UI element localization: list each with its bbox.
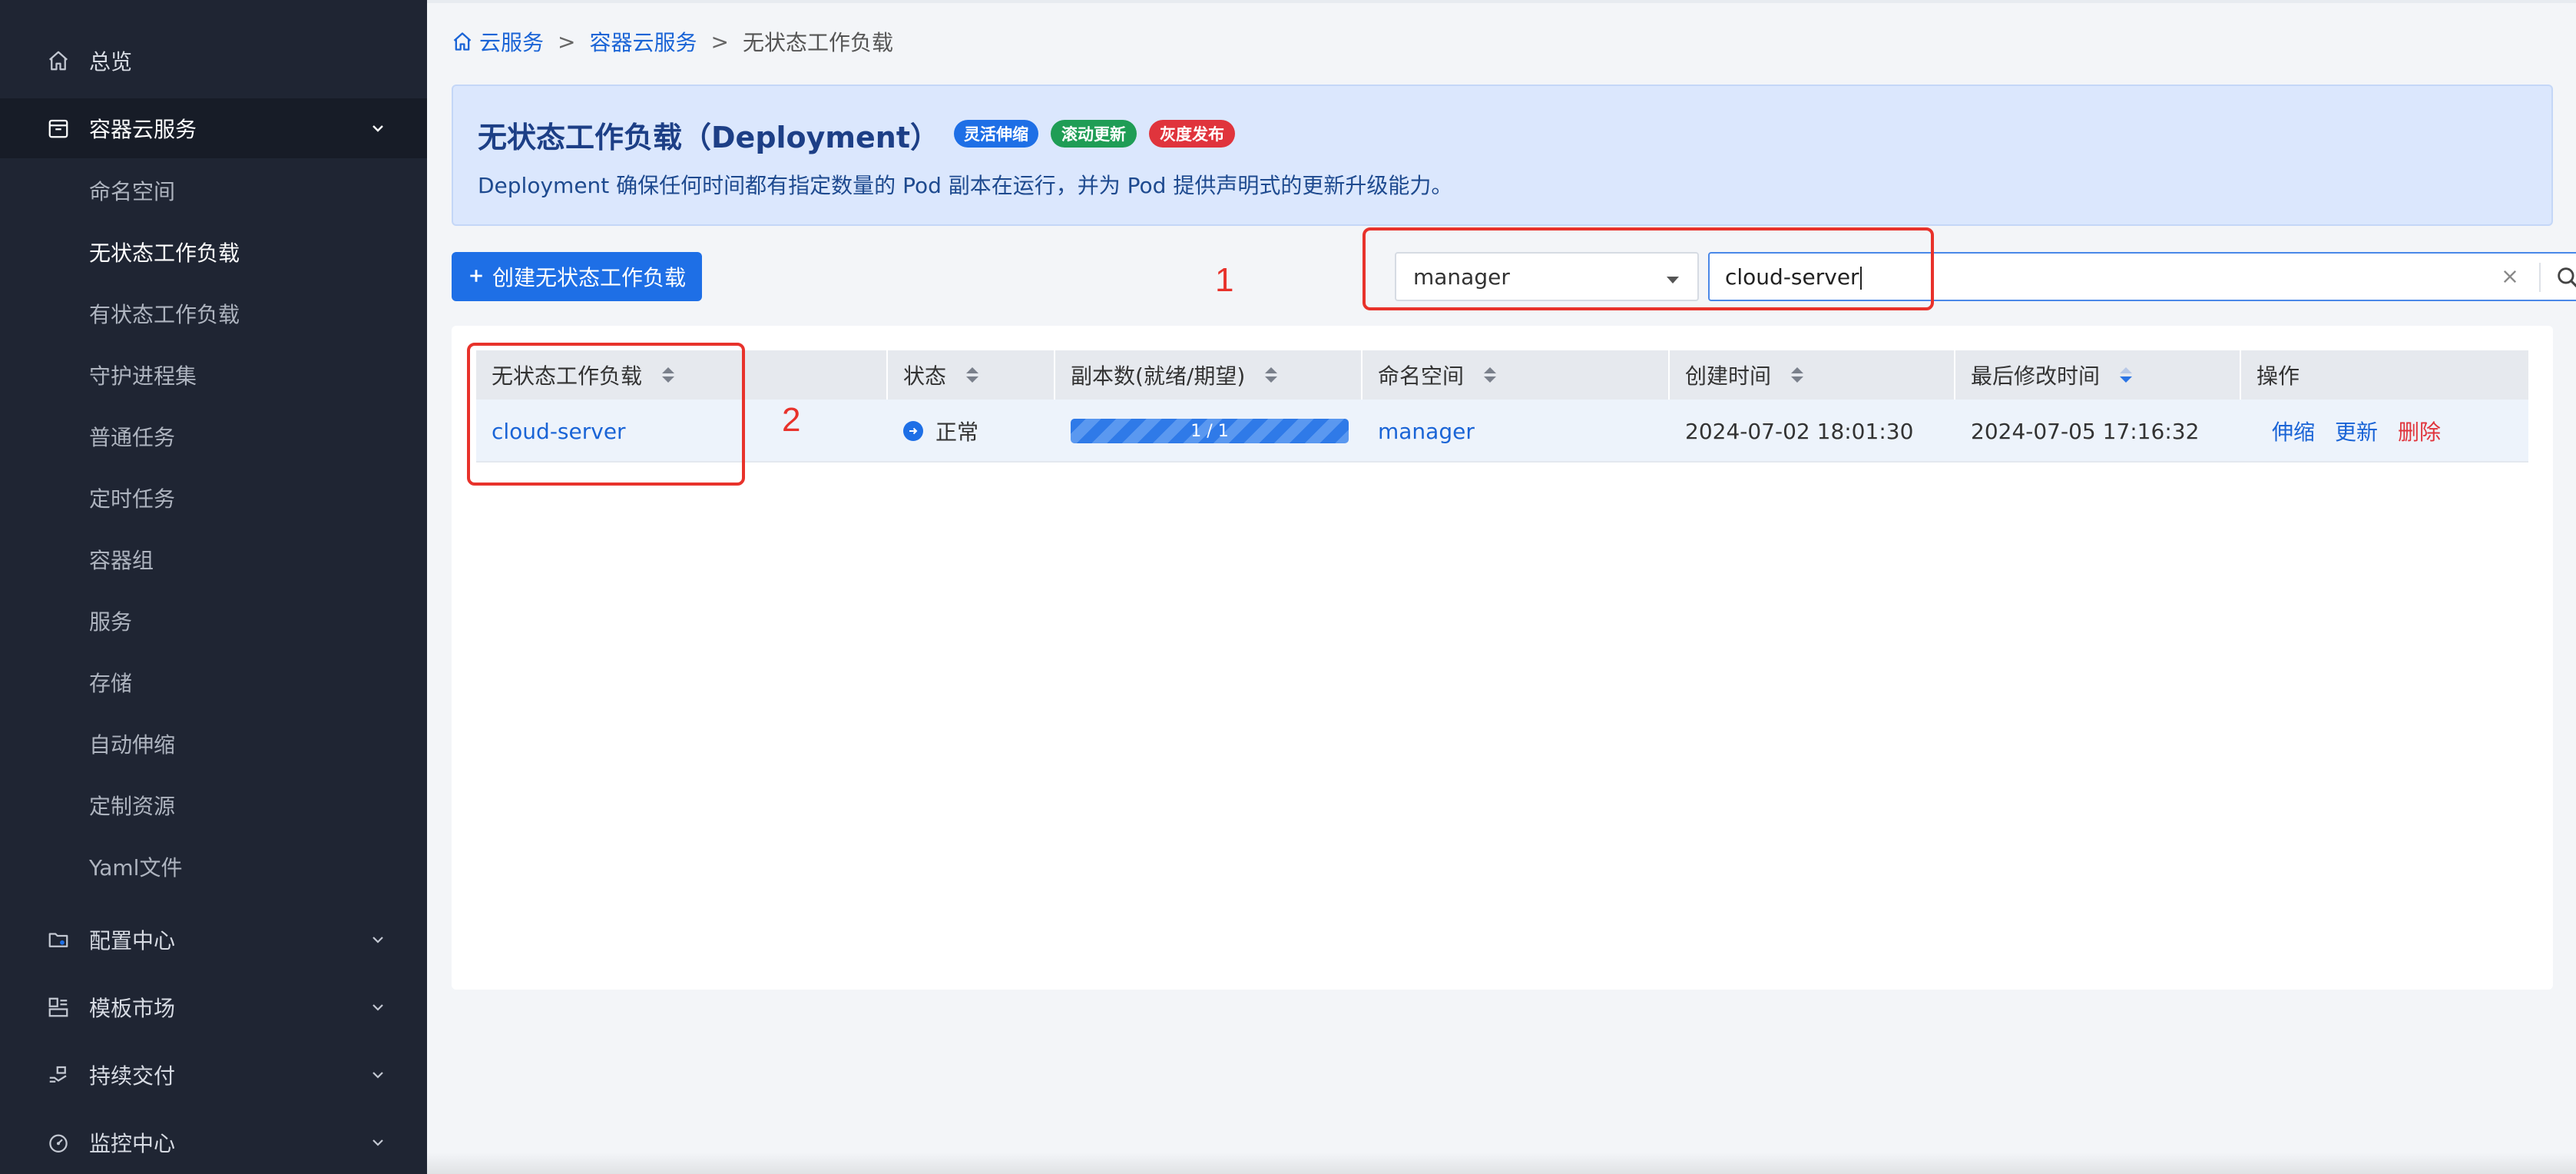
scale-button[interactable]: 伸缩 (2272, 416, 2315, 446)
tag-rolling-update: 滚动更新 (1051, 120, 1137, 148)
delivery-icon (45, 1061, 72, 1089)
annotation-box-1 (1362, 227, 1934, 310)
status-arrow-icon (903, 421, 923, 441)
page-description: Deployment 确保任何时间都有指定数量的 Pod 副本在运行，并为 Po… (478, 173, 1453, 198)
replicas-cell: 1 / 1 (1071, 400, 1349, 463)
page-title: 无状态工作负载（Deployment） (478, 121, 940, 154)
namespace-link[interactable]: manager (1378, 400, 1475, 463)
deployment-table: 无状态工作负载 状态 副本数(就绪/期望) 命名空间 创建时间 最后修改时间 操… (452, 326, 2553, 990)
breadcrumb-container-service[interactable]: 容器云服务 (589, 26, 697, 57)
nav-container-service[interactable]: 容器云服务 (0, 98, 427, 158)
column-header-status[interactable]: 状态 (888, 350, 1055, 400)
search-divider (2539, 263, 2541, 292)
sidebar-item-storage[interactable]: 存储 (89, 668, 132, 699)
annotation-number-1-label: 1 (1215, 261, 1234, 299)
sort-icon[interactable] (1484, 367, 1497, 383)
column-header-created[interactable]: 创建时间 (1670, 350, 1955, 400)
create-deployment-button[interactable]: 创建无状态工作负载 (452, 252, 702, 301)
nav-continuous-delivery-label: 持续交付 (89, 1063, 176, 1089)
search-icon[interactable] (2554, 264, 2576, 294)
nav-template-market-label: 模板市场 (89, 996, 176, 1021)
delete-button[interactable]: 删除 (2398, 416, 2441, 446)
table-header: 无状态工作负载 状态 副本数(就绪/期望) 命名空间 创建时间 最后修改时间 操… (476, 350, 2528, 400)
home-icon[interactable] (452, 31, 473, 52)
modified-time: 2024-07-05 17:16:32 (1971, 418, 2200, 444)
replicas-progress-bar: 1 / 1 (1071, 419, 1349, 443)
status-cell: 正常 (903, 400, 978, 463)
column-header-modified[interactable]: 最后修改时间 (1955, 350, 2241, 400)
breadcrumb-separator: > (558, 28, 576, 55)
chevron-down-icon (369, 930, 387, 949)
main-content: 云服务 > 容器云服务 > 无状态工作负载 无状态工作负载（Deployment… (427, 0, 2576, 1174)
nav-overview[interactable]: 总览 (0, 31, 427, 91)
nav-overview-label: 总览 (89, 49, 133, 75)
column-header-replicas[interactable]: 副本数(就绪/期望) (1055, 350, 1362, 400)
nav-config-center[interactable]: 配置中心 (0, 910, 427, 970)
breadcrumb-separator: > (710, 28, 729, 55)
annotation-box-2 (467, 343, 745, 486)
sidebar-item-daemonset[interactable]: 守护进程集 (89, 361, 197, 392)
sort-icon[interactable] (1265, 367, 1278, 383)
chevron-down-icon (369, 998, 387, 1016)
template-icon (45, 993, 72, 1021)
nav-monitor-center[interactable]: 监控中心 (0, 1113, 427, 1172)
info-banner: 无状态工作负载（Deployment） 灵活伸缩 滚动更新 灰度发布 Deplo… (452, 85, 2553, 226)
chevron-down-icon (369, 1066, 387, 1084)
actions-cell: 伸缩 更新 删除 (2272, 400, 2461, 463)
plus-icon (468, 264, 485, 290)
bottom-shadow (427, 1152, 2576, 1174)
created-time: 2024-07-02 18:01:30 (1685, 418, 1914, 444)
breadcrumb-current: 无状态工作负载 (742, 30, 893, 55)
sidebar-item-autoscaling[interactable]: 自动伸缩 (89, 730, 175, 761)
nav-config-center-label: 配置中心 (89, 928, 176, 953)
sidebar-item-pod[interactable]: 容器组 (89, 546, 154, 576)
nav-monitor-center-label: 监控中心 (89, 1131, 176, 1156)
replicas-text: 1 / 1 (1190, 421, 1229, 441)
sidebar-item-yaml[interactable]: Yaml文件 (89, 853, 182, 884)
breadcrumb: 云服务 > 容器云服务 > 无状态工作负载 (452, 26, 893, 57)
sidebar-item-namespace[interactable]: 命名空间 (89, 177, 175, 207)
breadcrumb-cloud-service[interactable]: 云服务 (479, 26, 544, 57)
sidebar: 总览 容器云服务 命名空间 无状态工作负载 有状态工作负载 守护进程集 普通任务… (0, 0, 427, 1174)
sort-desc-icon[interactable] (2120, 367, 2133, 383)
chevron-down-icon (369, 1133, 387, 1152)
sidebar-item-service[interactable]: 服务 (89, 607, 132, 638)
nav-template-market[interactable]: 模板市场 (0, 977, 427, 1037)
home-icon (45, 47, 72, 75)
status-text: 正常 (935, 420, 979, 445)
monitor-icon (45, 1129, 72, 1156)
sidebar-item-deployment[interactable]: 无状态工作负载 (89, 238, 240, 269)
sidebar-item-cronjob[interactable]: 定时任务 (89, 484, 175, 515)
container-icon (45, 114, 72, 142)
update-button[interactable]: 更新 (2335, 416, 2378, 446)
nav-container-service-label: 容器云服务 (89, 117, 197, 142)
sidebar-item-statefulset[interactable]: 有状态工作负载 (89, 300, 240, 330)
sidebar-item-custom-resource[interactable]: 定制资源 (89, 791, 175, 822)
clear-icon[interactable] (2501, 267, 2519, 289)
column-header-namespace[interactable]: 命名空间 (1362, 350, 1670, 400)
sort-icon[interactable] (1791, 367, 1804, 383)
column-header-actions: 操作 (2256, 363, 2300, 389)
tag-canary-release: 灰度发布 (1149, 120, 1235, 148)
nav-continuous-delivery[interactable]: 持续交付 (0, 1045, 427, 1105)
chevron-down-icon (369, 119, 387, 138)
top-divider (427, 0, 2576, 3)
annotation-number-2: 2 (782, 401, 801, 439)
config-folder-icon (45, 926, 72, 953)
tag-flexible-scaling: 灵活伸缩 (954, 120, 1038, 148)
sort-icon[interactable] (966, 367, 979, 383)
create-deployment-label: 创建无状态工作负载 (492, 265, 686, 290)
sidebar-item-job[interactable]: 普通任务 (89, 423, 175, 453)
